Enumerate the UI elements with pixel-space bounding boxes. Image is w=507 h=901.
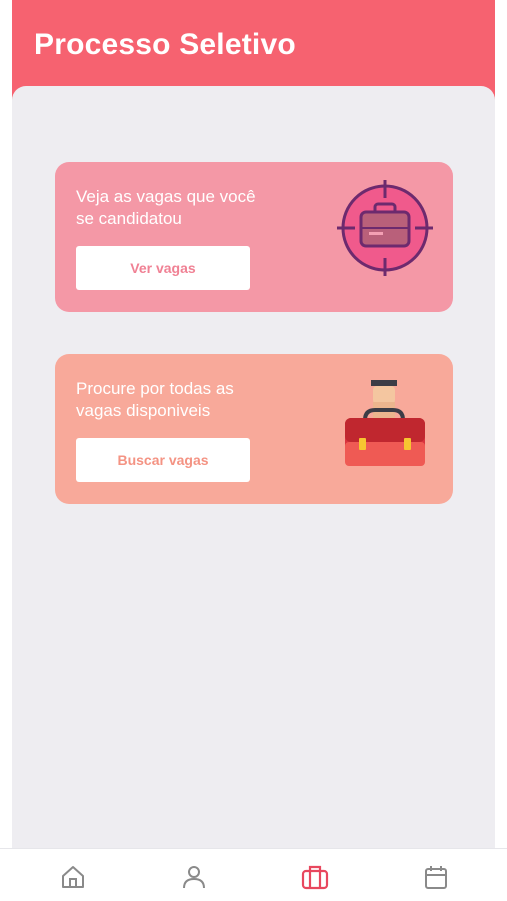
main-content: Veja as vagas que você se candidatou Ver…	[12, 86, 495, 848]
home-icon	[62, 866, 84, 888]
nav-profile[interactable]	[178, 861, 210, 893]
target-briefcase-icon	[337, 180, 433, 276]
nav-jobs[interactable]	[299, 861, 331, 893]
search-jobs-button[interactable]: Buscar vagas	[76, 438, 250, 482]
bottom-nav	[0, 848, 507, 901]
nav-calendar[interactable]	[420, 861, 452, 893]
all-jobs-text: Procure por todas as vagas disponiveis	[76, 379, 234, 420]
briefcase-icon	[301, 865, 329, 890]
app-header: Processo Seletivo	[12, 0, 495, 100]
page-title: Processo Seletivo	[34, 28, 296, 61]
view-jobs-button[interactable]: Ver vagas	[76, 246, 250, 290]
applied-jobs-text: Veja as vagas que você se candidatou	[76, 187, 256, 228]
nav-home[interactable]	[57, 861, 89, 893]
applied-jobs-card: Veja as vagas que você se candidatou Ver…	[55, 162, 453, 312]
calendar-icon	[425, 866, 447, 889]
all-jobs-card: Procure por todas as vagas disponiveis B…	[55, 354, 453, 504]
hand-holding-bag-icon	[345, 380, 425, 466]
user-icon	[183, 866, 205, 889]
